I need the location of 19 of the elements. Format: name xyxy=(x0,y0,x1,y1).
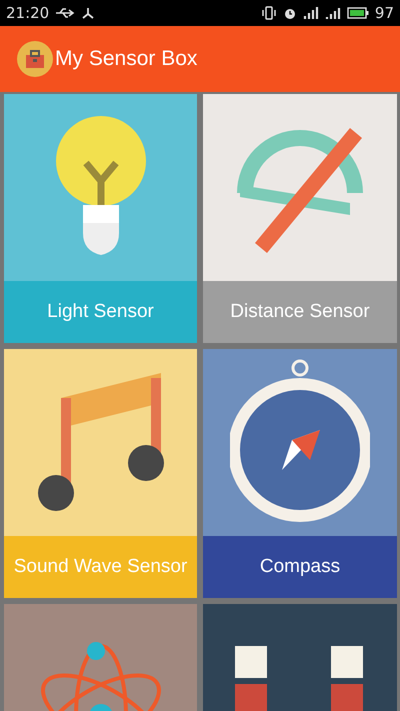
usb-icon xyxy=(55,7,76,19)
sensor-tile[interactable]: Light Sensor xyxy=(4,94,197,343)
tile-label: Sound Wave Sensor xyxy=(4,536,197,598)
share-icon xyxy=(81,6,96,20)
tile-label: Distance Sensor xyxy=(203,281,397,343)
signal-icon xyxy=(324,6,341,20)
tile-label: Compass xyxy=(203,536,397,598)
battery-percent: 97 xyxy=(374,4,394,22)
sensor-tile[interactable]: Compass xyxy=(203,349,397,598)
signal-icon xyxy=(302,6,319,20)
sensor-tile[interactable]: Distance Sensor xyxy=(203,94,397,343)
alarm-clock-icon xyxy=(282,6,297,20)
tile-label: Light Sensor xyxy=(4,281,197,343)
sensor-tile[interactable]: Sound Wave Sensor xyxy=(4,349,197,598)
app-title: My Sensor Box xyxy=(55,47,198,71)
toolbox-icon xyxy=(16,40,54,78)
vibrate-icon xyxy=(260,6,277,20)
battery-icon xyxy=(346,7,369,19)
status-time: 21:20 xyxy=(6,4,50,22)
